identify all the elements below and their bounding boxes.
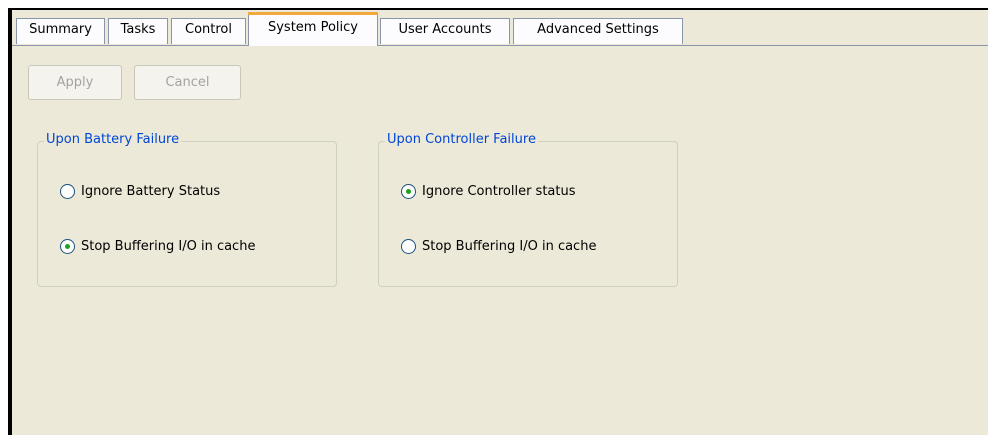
radio-label: Stop Buffering I/O in cache bbox=[81, 238, 256, 254]
battery-failure-group: Upon Battery Failure Ignore Battery Stat… bbox=[37, 132, 337, 287]
apply-button[interactable]: Apply bbox=[28, 65, 122, 100]
radio-label: Ignore Battery Status bbox=[81, 183, 221, 199]
radio-label: Stop Buffering I/O in cache bbox=[422, 238, 597, 254]
tab-label: Advanced Settings bbox=[537, 22, 659, 37]
radio-label: Ignore Controller status bbox=[422, 183, 576, 199]
group-title: Upon Battery Failure bbox=[44, 132, 182, 147]
radio-option-stop-buffering-controller[interactable]: Stop Buffering I/O in cache bbox=[401, 236, 596, 256]
radio-option-stop-buffering-battery[interactable]: Stop Buffering I/O in cache bbox=[60, 236, 255, 256]
group-title: Upon Controller Failure bbox=[385, 132, 538, 147]
tab-label: Tasks bbox=[120, 22, 156, 37]
cancel-button[interactable]: Cancel bbox=[134, 65, 241, 100]
radio-button[interactable] bbox=[60, 238, 75, 254]
tab-tasks[interactable]: Tasks bbox=[108, 18, 168, 44]
tab-label: Summary bbox=[29, 22, 92, 37]
controller-failure-group: Upon Controller Failure Ignore Controlle… bbox=[378, 132, 678, 287]
radio-button[interactable] bbox=[401, 238, 416, 254]
radio-button[interactable] bbox=[60, 183, 75, 199]
tab-advanced-settings[interactable]: Advanced Settings bbox=[513, 18, 683, 44]
radio-option-ignore-controller-status[interactable]: Ignore Controller status bbox=[401, 181, 576, 201]
tab-label: Control bbox=[185, 22, 232, 37]
tab-control[interactable]: Control bbox=[171, 18, 246, 44]
radio-button[interactable] bbox=[401, 183, 416, 199]
tab-system-policy[interactable]: System Policy bbox=[248, 12, 378, 46]
tab-summary[interactable]: Summary bbox=[16, 18, 105, 44]
tab-label: System Policy bbox=[267, 20, 358, 35]
system-policy-panel: Apply Cancel Upon Battery Failure Ignore… bbox=[12, 45, 988, 435]
radio-option-ignore-battery-status[interactable]: Ignore Battery Status bbox=[60, 181, 220, 201]
tab-label: User Accounts bbox=[398, 22, 492, 37]
tab-user-accounts[interactable]: User Accounts bbox=[380, 18, 510, 44]
